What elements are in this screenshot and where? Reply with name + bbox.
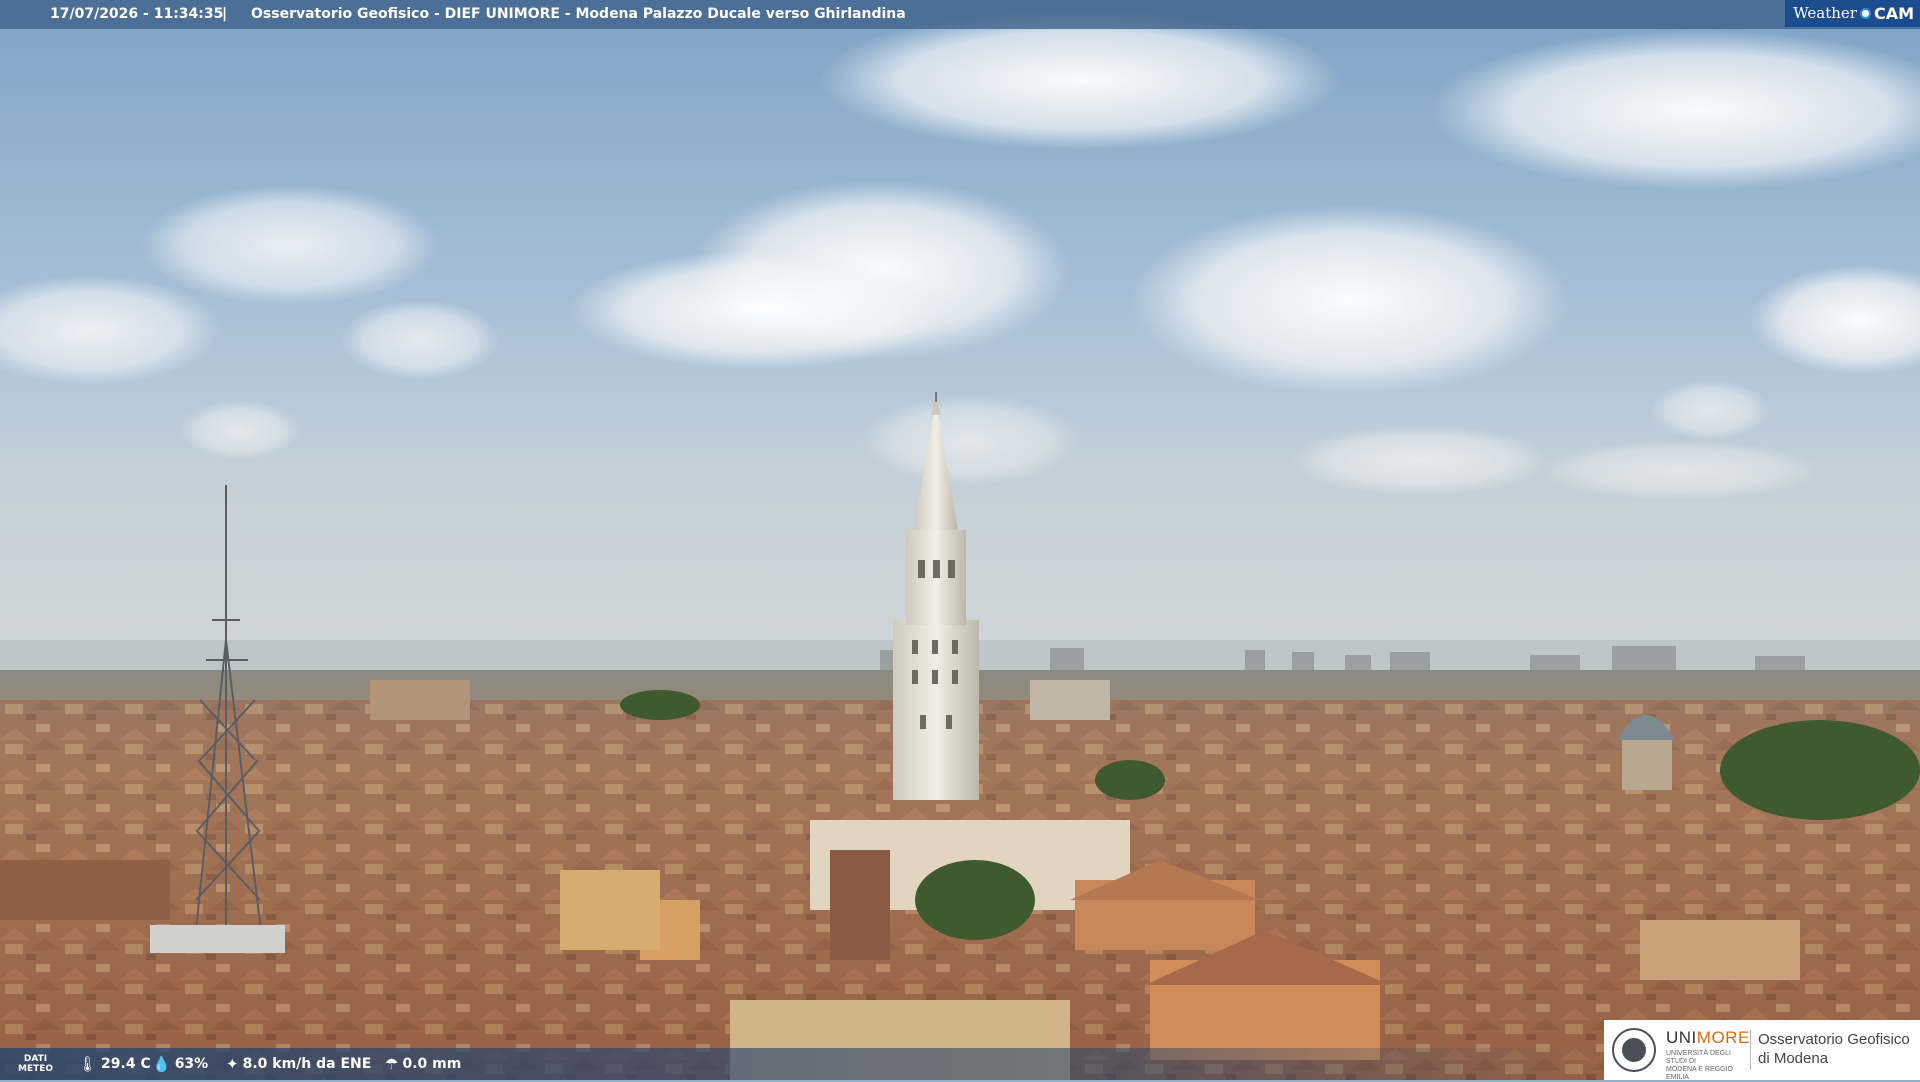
wind-icon: ✦: [226, 1055, 239, 1073]
rain-value: 0.0 mm: [402, 1056, 462, 1072]
university-subtitle: UNIVERSITÀ DEGLI STUDI DI MODENA E REGGI…: [1666, 1050, 1733, 1081]
humidity-reading: 💧 63%: [152, 1048, 208, 1080]
temperature-value: 29.4 C: [101, 1056, 151, 1072]
weathercam-logo: Weather CAM: [1785, 0, 1920, 27]
weathercam-cam: CAM: [1873, 4, 1914, 23]
timestamp: 17/07/2026 - 11:34:35: [50, 6, 224, 22]
humidity-value: 63%: [174, 1056, 209, 1072]
weathercam-weather: Weather: [1793, 4, 1857, 22]
temperature-reading: 🌡 29.4 C: [78, 1048, 151, 1080]
antenna-base: [150, 925, 285, 953]
camera-title: Osservatorio Geofisico - DIEF UNIMORE - …: [251, 6, 906, 22]
wind-reading: ✦ 8.0 km/h da ENE: [226, 1048, 371, 1080]
unimore-logo: UNIMORE UNIVERSITÀ DEGLI STUDI DI MODENA…: [1604, 1020, 1920, 1081]
rain-reading: ☂ 0.0 mm: [385, 1048, 461, 1080]
thermometer-icon: 🌡: [78, 1055, 98, 1073]
university-seal-icon: [1612, 1028, 1656, 1072]
unimore-wordmark: UNIMORE: [1666, 1028, 1750, 1047]
header-bar: 17/07/2026 - 11:34:35 | Osservatorio Geo…: [0, 0, 1920, 29]
droplet-icon: 💧: [152, 1055, 171, 1073]
observatory-name: Osservatorio Geofisico di Modena: [1758, 1031, 1910, 1067]
dati-meteo-label: DATI METEO: [18, 1054, 54, 1074]
weather-data-bar: DATI METEO 🌡 29.4 C 💧 63% ✦ 8.0 km/h da …: [0, 1048, 1600, 1080]
logo-divider: [1750, 1030, 1751, 1070]
webcam-scene: [0, 0, 1920, 1080]
header-separator: |: [222, 6, 228, 22]
umbrella-icon: ☂: [385, 1055, 399, 1073]
wind-value: 8.0 km/h da ENE: [242, 1056, 372, 1072]
camera-lens-icon: [1859, 8, 1871, 19]
